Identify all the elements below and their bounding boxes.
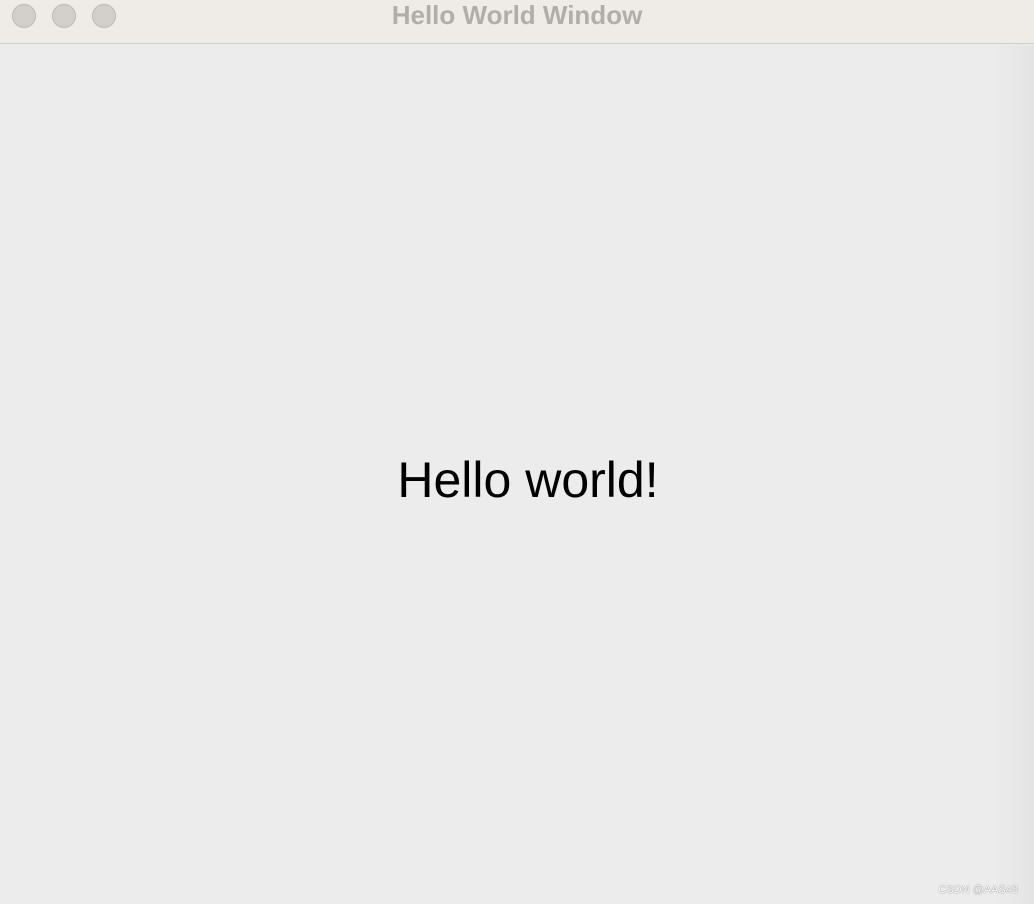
hello-label: Hello world! (397, 452, 659, 508)
title-bar[interactable]: Hello World Window (0, 0, 1034, 44)
window-title: Hello World Window (391, 0, 643, 30)
app-window: Hello World Window Hello world! CSDN @AA… (0, 0, 1034, 904)
watermark: CSDN @AAS48 (938, 884, 1018, 896)
